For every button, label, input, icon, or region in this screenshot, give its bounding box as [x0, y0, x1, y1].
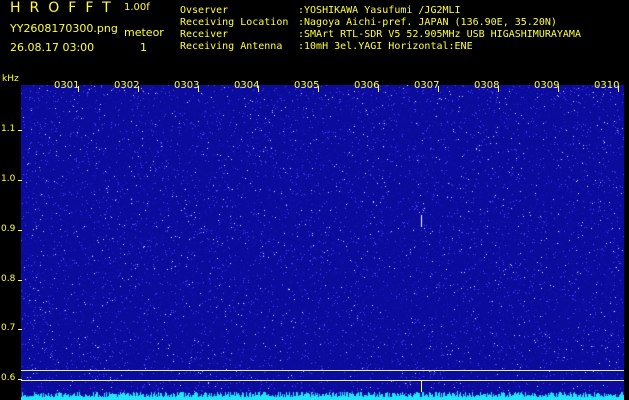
reference-line-upper: [21, 370, 624, 371]
spectrogram-noise: [21, 85, 624, 400]
y-tick-label: 1.1: [1, 124, 16, 134]
x-tick-mark: [378, 86, 379, 92]
x-tick-mark: [438, 86, 439, 92]
info-key: Receiving Antenna: [180, 41, 283, 52]
x-tick-mark: [258, 86, 259, 92]
x-tick-label: 0304: [234, 80, 260, 91]
y-tick-mark: [18, 230, 22, 231]
filename-label: YY2608170300.png: [10, 22, 118, 35]
info-value: :Nagoya Aichi-pref. JAPAN (136.90E, 35.2…: [298, 17, 557, 28]
x-tick-label: 0303: [174, 80, 200, 91]
y-tick-label: 0.7: [1, 323, 16, 333]
y-tick-mark: [18, 180, 22, 181]
info-value: :YOSHIKAWA Yasufumi /JG2MLI: [298, 5, 461, 16]
datetime-label: 26.08.17 03:00: [10, 41, 95, 54]
detection-count: 1: [140, 41, 147, 54]
y-axis-unit: kHz: [2, 74, 19, 84]
x-tick-label: 0308: [474, 80, 500, 91]
info-key: Receiving Location: [180, 17, 289, 28]
x-tick-label: 0302: [114, 80, 140, 91]
version-label: 1.00f: [124, 2, 150, 13]
y-tick-label: 1.0: [1, 174, 16, 184]
x-tick-label: 0301: [54, 80, 80, 91]
info-value: :SMArt RTL-SDR V5 52.905MHz USB HIGASHIM…: [298, 29, 581, 40]
x-tick-label: 0307: [414, 80, 440, 91]
noise-trace: [21, 390, 624, 400]
info-key: Ovserver: [180, 5, 229, 16]
info-key: Receiver: [180, 29, 229, 40]
x-tick-label: 0305: [294, 80, 320, 91]
x-tick-mark: [78, 86, 79, 92]
x-tick-mark: [558, 86, 559, 92]
x-tick-label: 0310: [594, 80, 620, 91]
y-tick-mark: [18, 280, 22, 281]
x-tick-mark: [138, 86, 139, 92]
reference-line-lower: [21, 380, 624, 381]
x-tick-mark: [318, 86, 319, 92]
info-row-observer: Ovserver :YOSHIKAWA Yasufumi /JG2MLI: [180, 5, 581, 17]
app-title: HROFFT: [10, 0, 120, 16]
x-tick-label: 0306: [354, 80, 380, 91]
x-tick-label: 0309: [534, 80, 560, 91]
spectrogram-panel: [21, 85, 624, 400]
y-tick-label: 0.6: [1, 373, 16, 383]
info-row-location: Receiving Location :Nagoya Aichi-pref. JA…: [180, 17, 581, 29]
x-tick-mark: [618, 86, 619, 92]
station-info: Ovserver :YOSHIKAWA Yasufumi /JG2MLI Rece…: [180, 5, 581, 53]
header-panel: HROFFT 1.00f YY2608170300.png meteor 26.…: [0, 0, 629, 70]
y-tick-mark: [18, 329, 22, 330]
y-tick-label: 0.9: [1, 224, 16, 234]
x-tick-mark: [198, 86, 199, 92]
info-value: :10mH 3el.YAGI Horizontal:ENE: [298, 41, 473, 52]
y-tick-label: 0.8: [1, 274, 16, 284]
info-row-antenna: Receiving Antenna :10mH 3el.YAGI Horizont…: [180, 41, 581, 53]
info-row-receiver: Receiver :SMArt RTL-SDR V5 52.905MHz USB …: [180, 29, 581, 41]
x-tick-mark: [498, 86, 499, 92]
detection-label: meteor: [124, 26, 164, 39]
y-tick-mark: [18, 130, 22, 131]
